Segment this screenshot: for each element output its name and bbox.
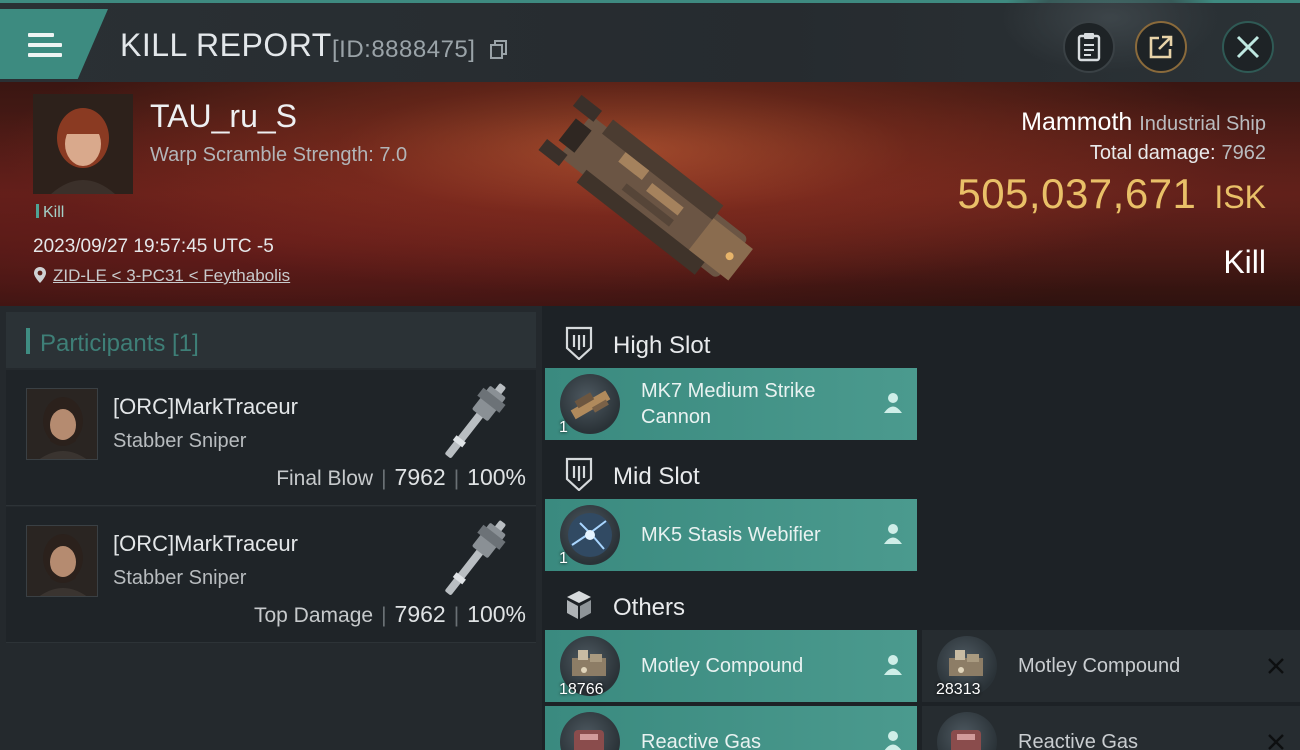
item-quantity: 18766 [559, 681, 604, 698]
slot-shield-icon [565, 457, 593, 491]
kill-tag: Kill [36, 204, 64, 222]
high-slot-title: High Slot [613, 332, 711, 359]
participant-name: [ORC]MarkTraceur [113, 394, 298, 419]
mid-slot-header: Mid Slot [542, 443, 1300, 503]
pilot-icon [884, 524, 902, 544]
share-icon [1149, 35, 1173, 59]
weapon-icon [445, 520, 506, 595]
isk-value: 505,037,671 [957, 170, 1197, 217]
pilot-icon [884, 393, 902, 413]
list-item[interactable]: 1 MK5 Stasis Webifier [545, 499, 917, 571]
participant-stats: Top Damage | 7962 | 100% [253, 601, 526, 627]
list-item[interactable]: 1 MK7 Medium Strike Cannon [545, 368, 917, 440]
page-title: KILL REPORT [120, 27, 332, 63]
x-icon [1268, 734, 1284, 750]
list-item[interactable]: Reactive Gas [922, 706, 1300, 750]
pilot-icon [884, 731, 902, 750]
item-name: Reactive Gas [641, 731, 762, 750]
participant-row[interactable]: [ORC]MarkTraceur Stabber Sniper Final Bl… [6, 370, 536, 506]
location-link[interactable]: ZID-LE < 3-PC31 < Feythabolis [53, 266, 290, 285]
total-damage-value: 7962 [1221, 142, 1267, 164]
item-name: MK7 Medium Strike Cannon [641, 380, 816, 428]
participant-name: [ORC]MarkTraceur [113, 531, 298, 556]
weapon-icon [445, 383, 506, 458]
list-item[interactable]: 18766 Motley Compound [545, 630, 917, 702]
kill-datetime: 2023/09/27 19:57:45 UTC -5 [33, 236, 274, 257]
participant-row[interactable]: [ORC]MarkTraceur Stabber Sniper Top Dama… [6, 507, 536, 643]
fitting-panel: High Slot 1 MK7 Medium Strike Cannon Mid… [542, 306, 1300, 750]
header-bar: KILL REPORT [ID:8888475] [0, 0, 1300, 82]
participant-ship: Stabber Sniper [113, 567, 247, 589]
participants-header: Participants [1] [6, 312, 536, 368]
module-thumbnail [560, 505, 620, 565]
item-quantity: 1 [559, 419, 568, 436]
participant-ship: Stabber Sniper [113, 430, 247, 452]
mid-slot-title: Mid Slot [613, 463, 700, 490]
isk-value-line: 505,037,671 ISK [957, 170, 1266, 218]
location-pin-icon [34, 267, 46, 283]
material-thumbnail [560, 712, 620, 750]
item-quantity: 28313 [936, 681, 981, 698]
participant-damage: 7962 [394, 601, 446, 627]
participants-panel: Participants [1] [ORC]MarkTraceur Stabbe… [0, 306, 542, 750]
kill-id: [ID:8888475] [332, 36, 476, 63]
kill-banner: TAU_ru_S Warp Scramble Strength: 7.0 Kil… [0, 82, 1300, 306]
victim-name: TAU_ru_S [150, 98, 298, 134]
copy-icon[interactable] [490, 40, 508, 60]
list-item[interactable]: 28313 Motley Compound [922, 630, 1300, 702]
menu-button[interactable] [0, 9, 108, 79]
clipboard-icon [1077, 33, 1101, 62]
participant-label: Top Damage [253, 604, 374, 627]
ship-class: Industrial Ship [1139, 113, 1266, 135]
avatar[interactable] [26, 388, 98, 460]
participant-stats: Final Blow | 7962 | 100% [276, 464, 526, 490]
participants-title: Participants [1] [40, 330, 199, 357]
participant-label: Final Blow [276, 467, 374, 490]
material-thumbnail [937, 712, 997, 750]
pilot-icon [884, 655, 902, 675]
isk-unit: ISK [1214, 179, 1266, 215]
share-button[interactable] [1135, 21, 1187, 73]
close-button[interactable] [1222, 21, 1274, 73]
cube-icon [567, 591, 591, 619]
high-slot-header: High Slot [542, 312, 1300, 372]
item-name: MK5 Stasis Webifier [641, 524, 821, 546]
menu-icon [28, 33, 62, 59]
others-title: Others [613, 594, 686, 621]
ship-image [538, 94, 753, 281]
ship-name: Mammoth Industrial Ship [1021, 108, 1266, 137]
item-name: Reactive Gas [1018, 731, 1139, 750]
others-header: Others [542, 574, 1300, 634]
participant-damage: 7962 [394, 464, 446, 490]
total-damage: Total damage: 7962 [1090, 142, 1266, 165]
ship-type: Mammoth [1021, 108, 1133, 136]
close-icon [1236, 35, 1260, 59]
participant-percent: 100% [467, 464, 526, 490]
result-label: Kill [1223, 244, 1266, 280]
list-item[interactable]: Reactive Gas [545, 706, 917, 750]
item-quantity: 1 [559, 550, 568, 567]
module-thumbnail [560, 374, 620, 434]
victim-portrait[interactable] [33, 94, 133, 194]
kill-location[interactable]: ZID-LE < 3-PC31 < Feythabolis [33, 266, 290, 286]
slot-shield-icon [565, 326, 593, 360]
total-damage-label: Total damage: [1089, 142, 1216, 164]
participant-percent: 100% [467, 601, 526, 627]
item-name: Motley Compound [1018, 655, 1181, 677]
avatar[interactable] [26, 525, 98, 597]
item-name: Motley Compound [641, 655, 804, 677]
x-icon [1268, 658, 1284, 674]
warp-scramble-strength: Warp Scramble Strength: 7.0 [150, 144, 408, 166]
clipboard-button[interactable] [1063, 21, 1115, 73]
